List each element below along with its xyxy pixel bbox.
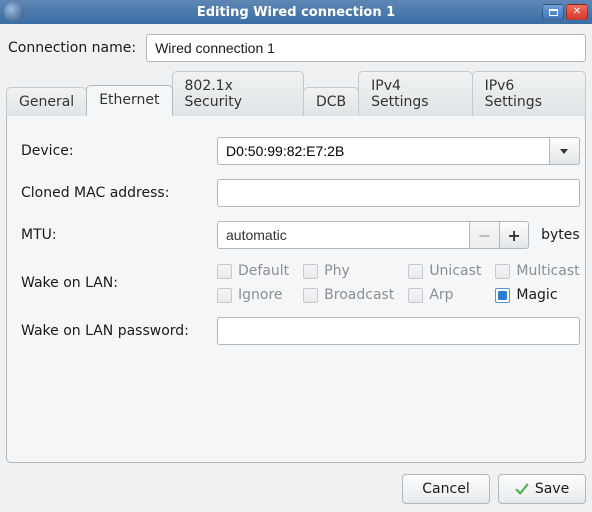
close-button[interactable]: ✕ [566, 4, 588, 20]
window-title: Editing Wired connection 1 [0, 5, 592, 20]
tab-label: IPv4 Settings [371, 78, 428, 110]
wol-options: Default Phy Unicast Multicast Ignore [217, 263, 580, 303]
tab-label: DCB [316, 94, 346, 110]
tab-label: IPv6 Settings [485, 78, 542, 110]
wol-option-multicast[interactable]: Multicast [495, 263, 579, 279]
mtu-unit: bytes [541, 227, 580, 243]
wol-option-unicast[interactable]: Unicast [408, 263, 481, 279]
mtu-input[interactable] [217, 221, 469, 249]
titlebar: Editing Wired connection 1 ✕ [0, 0, 592, 24]
chevron-down-icon [560, 149, 568, 154]
connection-name-row: Connection name: [6, 34, 586, 62]
check-icon [515, 482, 529, 496]
tabs: General Ethernet 802.1x Security DCB IPv… [6, 70, 586, 115]
checkbox-label: Default [238, 263, 289, 279]
tab-pane-ethernet: Device: Cloned MAC address: MTU: − + [6, 114, 586, 463]
device-dropdown-button[interactable] [550, 137, 580, 165]
wol-option-default[interactable]: Default [217, 263, 289, 279]
wol-option-ignore[interactable]: Ignore [217, 287, 289, 303]
maximize-button[interactable] [542, 4, 564, 20]
wol-password-label: Wake on LAN password: [21, 323, 203, 339]
tab-ipv6[interactable]: IPv6 Settings [472, 71, 586, 116]
wol-label: Wake on LAN: [21, 275, 203, 291]
cloned-mac-label: Cloned MAC address: [21, 185, 203, 201]
tab-8021x[interactable]: 802.1x Security [172, 71, 304, 116]
tab-ethernet[interactable]: Ethernet [86, 85, 172, 115]
tab-dcb[interactable]: DCB [303, 87, 359, 116]
cloned-mac-input[interactable] [217, 179, 580, 207]
device-input[interactable] [217, 137, 550, 165]
wol-password-input[interactable] [217, 317, 580, 345]
checkbox-label: Arp [429, 287, 453, 303]
close-icon: ✕ [573, 7, 581, 17]
dialog-footer: Cancel Save [6, 474, 586, 504]
mtu-decrement-button: − [469, 221, 499, 249]
wol-option-magic[interactable]: Magic [495, 287, 579, 303]
device-combo[interactable] [217, 137, 580, 165]
mtu-increment-button[interactable]: + [499, 221, 529, 249]
tab-label: 802.1x Security [185, 78, 243, 110]
maximize-icon [549, 9, 558, 16]
cancel-button[interactable]: Cancel [402, 474, 490, 504]
wol-option-arp[interactable]: Arp [408, 287, 481, 303]
checkbox-label: Broadcast [324, 287, 394, 303]
tab-ipv4[interactable]: IPv4 Settings [358, 71, 472, 116]
checkbox-label: Ignore [238, 287, 283, 303]
save-button[interactable]: Save [498, 474, 586, 504]
checkbox-label: Multicast [516, 263, 579, 279]
checkbox-label: Phy [324, 263, 350, 279]
button-label: Cancel [422, 481, 469, 497]
device-label: Device: [21, 143, 203, 159]
connection-name-input[interactable] [146, 34, 586, 62]
wol-option-broadcast[interactable]: Broadcast [303, 287, 394, 303]
tab-general[interactable]: General [6, 87, 87, 116]
checkbox-label: Magic [516, 287, 557, 303]
mtu-label: MTU: [21, 227, 203, 243]
button-label: Save [535, 481, 569, 497]
checkbox-label: Unicast [429, 263, 481, 279]
wol-option-phy[interactable]: Phy [303, 263, 394, 279]
tab-label: Ethernet [99, 92, 159, 108]
connection-name-label: Connection name: [6, 40, 136, 56]
tab-label: General [19, 94, 74, 110]
app-icon [4, 2, 24, 22]
